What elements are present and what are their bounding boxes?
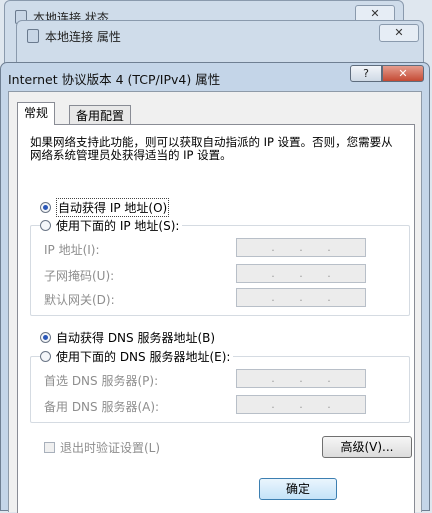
checkbox-box [44,442,55,453]
use-following-dns-radio[interactable]: 使用下面的 DNS 服务器地址(E): [40,348,234,365]
radio-unselected-icon [40,351,51,362]
ip-address-label: IP 地址(I): [44,243,100,257]
close-button[interactable]: ✕ [379,24,419,42]
octet-separator: . [271,267,275,280]
alternate-dns-label: 备用 DNS 服务器(A): [44,400,160,414]
checkbox-label: 退出时验证设置(L) [60,441,161,455]
octet-separator: . [327,291,331,304]
octet-separator: . [327,372,331,385]
ip-address-input: ... [236,238,366,257]
advanced-button[interactable]: 高级(V)... [322,436,412,458]
octet-separator: . [271,241,275,254]
octet-separator: . [299,267,303,280]
octet-separator: . [327,241,331,254]
default-gateway-label: 默认网关(D): [44,293,115,307]
subnet-mask-label: 子网掩码(U): [44,269,115,283]
help-button[interactable]: ? [350,65,382,82]
radio-selected-icon [40,202,51,213]
title-bar[interactable]: Internet 协议版本 4 (TCP/IPv4) 属性 ? ✕ [1,63,429,91]
description-text: 如果网络支持此功能，则可以获取自动指派的 IP 设置。否则，您需要从网络系统管理… [30,135,393,162]
octet-separator: . [271,398,275,411]
radio-label: 自动获得 IP 地址(O) [56,198,170,217]
preferred-dns-input: ... [236,369,366,388]
octet-separator: . [271,291,275,304]
obtain-ip-automatically-radio[interactable]: 自动获得 IP 地址(O) [40,198,170,217]
radio-label: 自动获得 DNS 服务器地址(B) [56,331,216,345]
preferred-dns-label: 首选 DNS 服务器(P): [44,374,159,388]
general-tab-panel: 如果网络支持此功能，则可以获取自动指派的 IP 设置。否则，您需要从网络系统管理… [17,124,415,513]
radio-selected-icon [40,332,51,343]
octet-separator: . [299,291,303,304]
obtain-dns-automatically-radio[interactable]: 自动获得 DNS 服务器地址(B) [40,329,215,346]
tab-alternate-configuration[interactable]: 备用配置 [69,105,132,126]
validate-on-exit-checkbox: 退出时验证设置(L) [44,439,160,456]
octet-separator: . [299,398,303,411]
default-gateway-input: ... [236,288,366,307]
tcpip-properties-dialog: Internet 协议版本 4 (TCP/IPv4) 属性 ? ✕ 常规 备用配… [0,62,430,513]
radio-unselected-icon [40,220,51,231]
ok-button[interactable]: 确定 [259,478,337,500]
alternate-dns-input: ... [236,395,366,414]
radio-label: 使用下面的 DNS 服务器地址(E): [56,350,231,364]
background-window-title: 本地连接 属性 [27,28,121,45]
octet-separator: . [299,372,303,385]
dialog-title: Internet 协议版本 4 (TCP/IPv4) 属性 [8,72,221,87]
subnet-mask-input: ... [236,264,366,283]
octet-separator: . [299,241,303,254]
dialog-client-area: 常规 备用配置 如果网络支持此功能，则可以获取自动指派的 IP 设置。否则，您需… [8,91,422,513]
use-following-ip-radio[interactable]: 使用下面的 IP 地址(S): [40,217,183,234]
close-button[interactable]: ✕ [382,65,424,82]
tab-general[interactable]: 常规 [17,102,56,125]
octet-separator: . [327,267,331,280]
octet-separator: . [327,398,331,411]
octet-separator: . [271,372,275,385]
network-connection-icon [27,29,39,43]
radio-label: 使用下面的 IP 地址(S): [56,219,180,233]
